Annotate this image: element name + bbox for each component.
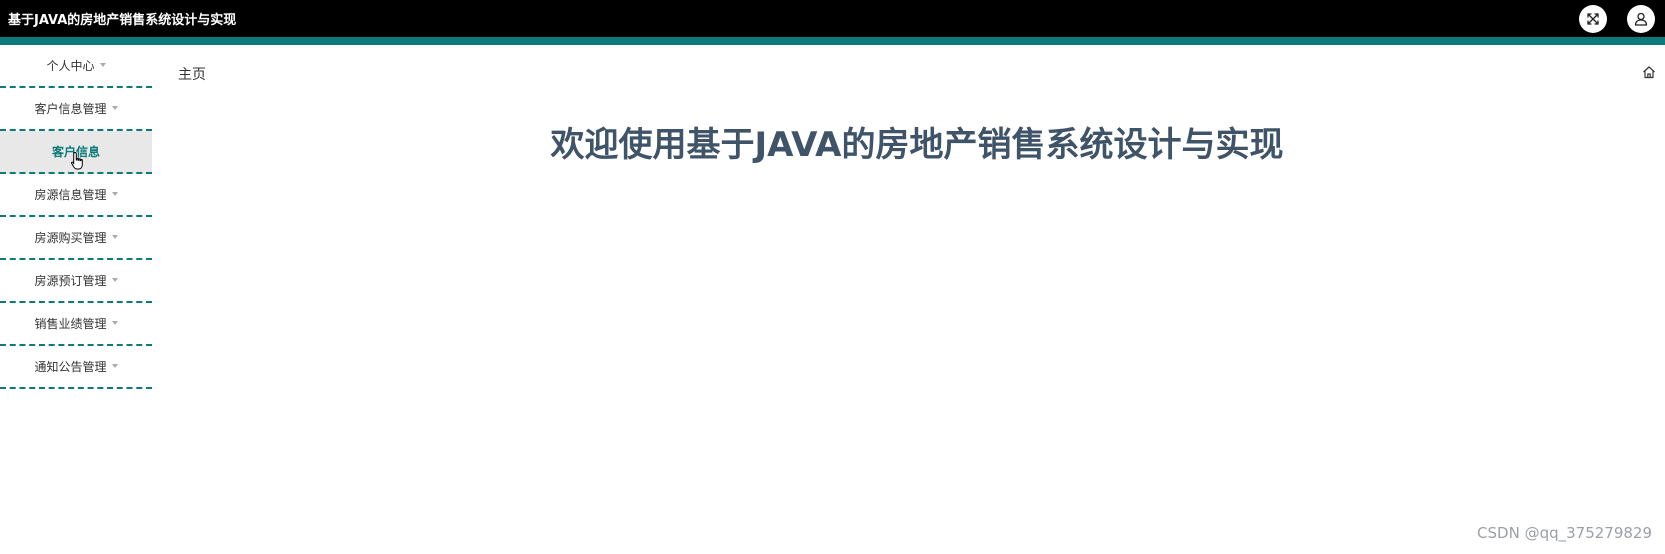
app-title: 基于JAVA的房地产销售系统设计与实现 bbox=[8, 13, 237, 28]
breadcrumb[interactable]: 主页 bbox=[178, 64, 206, 84]
sidebar-item-notice-management[interactable]: 通知公告管理 bbox=[0, 346, 152, 389]
fullscreen-button[interactable] bbox=[1579, 4, 1607, 33]
sidebar: 个人中心 客户信息管理 客户信息 房源信息管理 房源购买管理 房源预订管理 销售… bbox=[0, 45, 152, 389]
sidebar-item-property-purchase-management[interactable]: 房源购买管理 bbox=[0, 217, 152, 260]
sidebar-item-label: 通知公告管理 bbox=[34, 360, 107, 374]
sidebar-item-label: 客户信息管理 bbox=[34, 102, 107, 116]
user-button[interactable] bbox=[1627, 4, 1655, 33]
sidebar-item-property-booking-management[interactable]: 房源预订管理 bbox=[0, 260, 152, 303]
sidebar-item-personal-center[interactable]: 个人中心 bbox=[0, 45, 152, 88]
sidebar-item-label: 房源预订管理 bbox=[34, 274, 107, 288]
accent-bar bbox=[0, 37, 1665, 45]
home-icon[interactable] bbox=[1642, 65, 1656, 79]
main-content: 主页 欢迎使用基于JAVA的房地产销售系统设计与实现 bbox=[152, 45, 1665, 554]
caret-down-icon bbox=[111, 234, 118, 239]
welcome-title: 欢迎使用基于JAVA的房地产销售系统设计与实现 bbox=[550, 125, 1284, 165]
sidebar-item-label: 房源信息管理 bbox=[34, 188, 107, 202]
caret-down-icon bbox=[111, 363, 118, 368]
top-bar: 基于JAVA的房地产销售系统设计与实现 bbox=[0, 0, 1665, 37]
sidebar-item-sales-performance-management[interactable]: 销售业绩管理 bbox=[0, 303, 152, 346]
caret-down-icon bbox=[99, 62, 106, 67]
sidebar-item-label: 房源购买管理 bbox=[34, 231, 107, 245]
caret-down-icon bbox=[111, 105, 118, 110]
hand-pointer-icon bbox=[71, 151, 83, 170]
caret-down-icon bbox=[111, 191, 118, 196]
watermark: CSDN @qq_375279829 bbox=[1477, 524, 1652, 542]
topbar-actions bbox=[1579, 4, 1657, 33]
caret-down-icon bbox=[111, 320, 118, 325]
sidebar-item-label: 销售业绩管理 bbox=[34, 317, 107, 331]
sidebar-item-customer-management[interactable]: 客户信息管理 bbox=[0, 88, 152, 131]
user-icon bbox=[1634, 12, 1648, 26]
sidebar-item-label: 个人中心 bbox=[46, 59, 95, 73]
caret-down-icon bbox=[111, 277, 118, 282]
sidebar-subitem-customer-info[interactable]: 客户信息 bbox=[0, 131, 152, 174]
sidebar-item-property-info-management[interactable]: 房源信息管理 bbox=[0, 174, 152, 217]
expand-icon bbox=[1587, 12, 1599, 25]
